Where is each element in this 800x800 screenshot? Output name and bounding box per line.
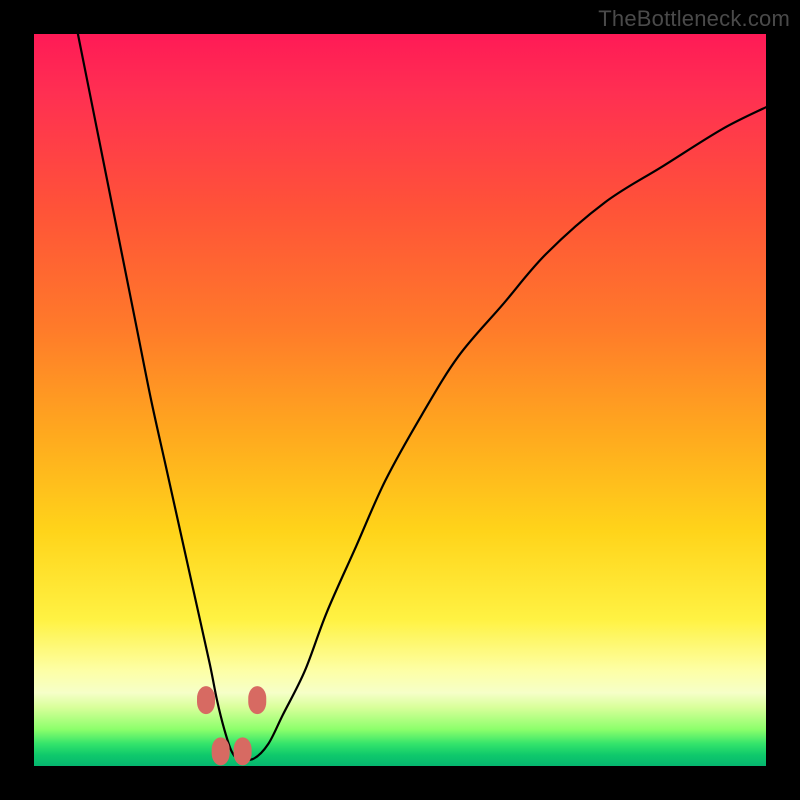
curve-marker-2 (234, 737, 252, 765)
plot-area (34, 34, 766, 766)
curve-marker-1 (212, 737, 230, 765)
chart-frame: TheBottleneck.com (0, 0, 800, 800)
chart-svg (34, 34, 766, 766)
bottleneck-curve (78, 34, 766, 760)
curve-marker-0 (197, 686, 215, 714)
watermark-text: TheBottleneck.com (598, 6, 790, 32)
curve-marker-3 (248, 686, 266, 714)
